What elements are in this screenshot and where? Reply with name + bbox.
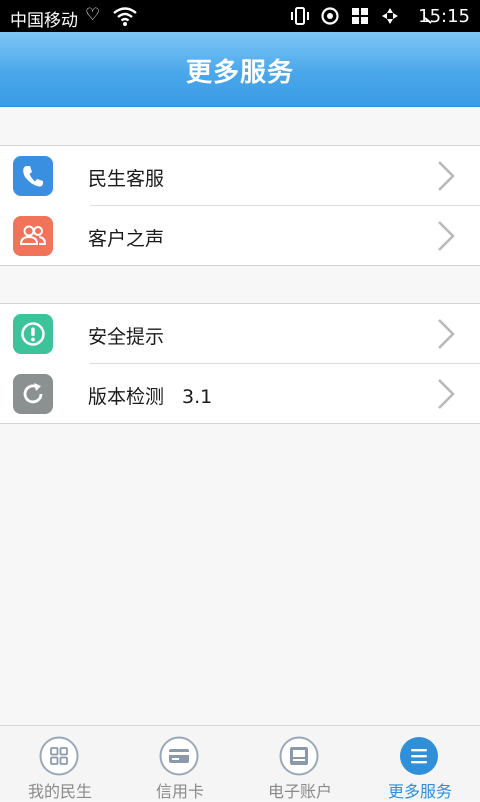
carrier-name: 中国移动 <box>10 11 78 31</box>
menu-icon <box>400 737 438 775</box>
version-check-label: 版本检测 <box>88 386 165 408</box>
menu-item-version-check[interactable]: 版本检测 3.1 <box>13 363 480 423</box>
page-title: 更多服务 <box>185 58 294 88</box>
people-icon <box>13 216 53 256</box>
menu-item-label: 安全提示 <box>88 326 165 348</box>
menu-item-customer-service[interactable]: 民生客服 <box>0 146 480 205</box>
clock: 15:15 <box>418 6 470 27</box>
tab-e-account[interactable]: 电子账户 <box>240 726 360 801</box>
apps-icon <box>352 8 368 24</box>
tab-label: 我的民生 <box>27 782 92 801</box>
grid-icon <box>39 736 79 776</box>
bottom-tab-bar: 我的民生 信用卡 电子账户 更多服务 <box>0 725 480 801</box>
chevron-right-icon <box>438 161 455 191</box>
version-number: 3.1 <box>182 386 213 408</box>
menu-item-label: 版本检测 3.1 <box>88 382 212 409</box>
heart-icon: ♡ <box>85 5 101 25</box>
tab-label: 更多服务 <box>387 782 452 801</box>
wallet-icon <box>279 736 319 776</box>
chevron-right-icon <box>438 221 455 251</box>
service-group-1: 民生客服 客户之声 <box>0 145 480 266</box>
tab-label: 电子账户 <box>267 782 332 801</box>
vibrate-icon <box>291 7 309 25</box>
service-group-2: 安全提示 版本检测 3.1 <box>0 303 480 424</box>
refresh-icon <box>13 374 53 414</box>
menu-item-label: 客户之声 <box>88 228 165 250</box>
menu-item-security-tips[interactable]: 安全提示 <box>0 304 480 363</box>
sync-icon <box>321 7 339 25</box>
phone-icon <box>13 156 53 196</box>
credit-card-icon <box>159 736 199 776</box>
menu-item-customer-voice[interactable]: 客户之声 <box>13 205 480 265</box>
menu-item-label: 民生客服 <box>88 168 165 190</box>
alert-icon <box>13 314 53 354</box>
tab-label: 信用卡 <box>155 782 204 801</box>
title-bar: 更多服务 <box>0 32 480 107</box>
chevron-right-icon <box>438 319 455 349</box>
chevron-right-icon <box>438 379 455 409</box>
tab-my-minsheng[interactable]: 我的民生 <box>0 726 120 801</box>
data-icon <box>382 8 398 24</box>
tab-more-services[interactable]: 更多服务 <box>360 726 480 801</box>
status-bar: 中国移动 ♡ 15:15 <box>0 0 480 32</box>
tab-credit-card[interactable]: 信用卡 <box>120 726 240 801</box>
wifi-icon <box>113 7 137 26</box>
